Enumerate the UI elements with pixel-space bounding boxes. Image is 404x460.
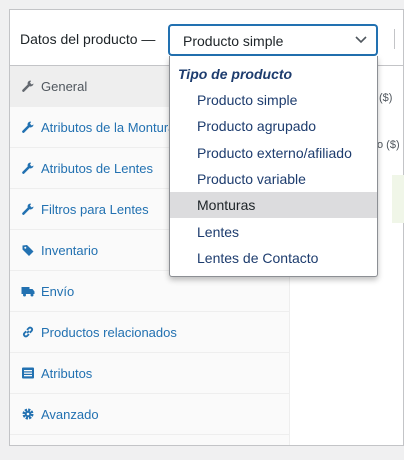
tab-label: Inventario [41, 243, 99, 258]
tab-atributos[interactable]: Atributos [10, 353, 289, 394]
tab-label: Avanzado [41, 407, 99, 422]
gear-icon [22, 408, 34, 420]
option-monturas[interactable]: Monturas [170, 192, 377, 218]
wrench-icon [22, 203, 34, 215]
tab-label: General [41, 79, 88, 94]
tab-label: Envío [41, 284, 75, 299]
tab-label: Productos relacionados [41, 325, 177, 340]
wrench-icon [22, 80, 34, 92]
product-type-select-value: Producto simple [183, 33, 284, 49]
option-producto-variable[interactable]: Producto variable [170, 166, 377, 192]
list-icon [22, 367, 34, 379]
sale-price-label-fragment: o ($) [377, 139, 400, 151]
chevron-down-icon [355, 36, 367, 44]
panel-title: Datos del producto — [20, 31, 156, 47]
price-label-fragment: ($) [379, 92, 393, 104]
tab-avanzado[interactable]: Avanzado [10, 394, 289, 435]
tab-label: Atributos [41, 366, 93, 381]
option-lentes-contacto[interactable]: Lentes de Contacto [170, 245, 377, 271]
product-type-select[interactable]: Producto simple [169, 25, 377, 55]
tab-productos-relacionados[interactable]: Productos relacionados [10, 312, 289, 353]
wrench-icon [22, 121, 34, 133]
tab-label: Atributos de Lentes [41, 161, 154, 176]
option-producto-agrupado[interactable]: Producto agrupado [170, 113, 377, 139]
option-producto-externo[interactable]: Producto externo/afiliado [170, 140, 377, 166]
header-separator [394, 29, 395, 49]
product-type-dropdown: Tipo de producto Producto simple Product… [169, 56, 378, 277]
option-producto-simple[interactable]: Producto simple [170, 87, 377, 113]
wrench-icon [22, 162, 34, 174]
dropdown-group-label: Tipo de producto [178, 66, 293, 82]
tag-icon [22, 245, 34, 256]
link-icon [23, 326, 33, 338]
tab-label: Filtros para Lentes [41, 202, 149, 217]
tab-label: Atributos de la Montura [41, 120, 176, 135]
notice-strip [392, 175, 404, 223]
tab-envio[interactable]: Envío [10, 271, 289, 312]
option-lentes[interactable]: Lentes [170, 219, 377, 245]
truck-icon [21, 287, 35, 297]
